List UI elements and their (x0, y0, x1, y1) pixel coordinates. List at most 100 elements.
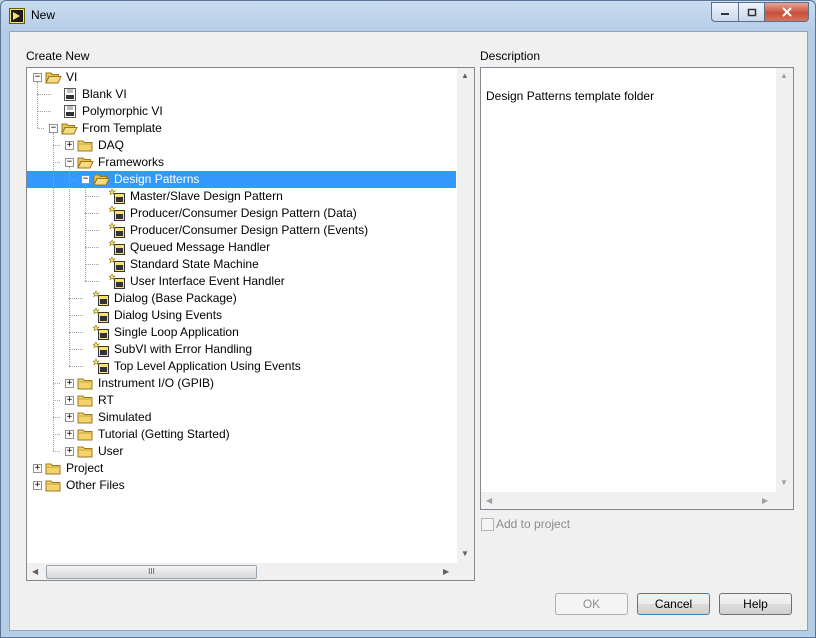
template-icon (92, 307, 110, 324)
create-new-label: Create New (26, 49, 90, 63)
tree-item[interactable]: − From Template (27, 120, 456, 137)
template-icon (108, 205, 126, 222)
tree-connector (53, 145, 60, 146)
scroll-down-icon[interactable]: ▼ (461, 549, 469, 558)
description-vertical-scrollbar[interactable]: ▲ ▼ (776, 68, 793, 492)
maximize-button[interactable] (739, 2, 765, 22)
template-icon (92, 358, 110, 375)
scroll-up-icon[interactable]: ▲ (780, 71, 788, 80)
tree-connector (37, 82, 38, 128)
collapse-icon[interactable]: − (81, 175, 90, 184)
add-to-project-checkbox[interactable] (481, 518, 494, 531)
folder-open-icon (45, 69, 62, 86)
expand-icon[interactable]: + (65, 141, 74, 150)
tree-item[interactable]: + Simulated (27, 409, 456, 426)
create-new-tree[interactable]: − VI Blank VI Polymorphic VI − From Template +… (26, 67, 475, 581)
tree-item[interactable]: + User (27, 443, 456, 460)
expand-icon[interactable]: + (65, 430, 74, 439)
scroll-left-icon[interactable]: ◀ (32, 567, 38, 576)
template-icon (108, 188, 126, 205)
scroll-up-icon[interactable]: ▲ (461, 71, 469, 80)
expand-icon[interactable]: + (33, 464, 42, 473)
tree-item-label: RT (98, 393, 114, 407)
tree-item[interactable]: − Frameworks (27, 154, 456, 171)
scrollbar-corner (457, 563, 474, 580)
tree-item-label: Dialog (Base Package) (114, 291, 237, 305)
scroll-right-icon[interactable]: ▶ (762, 496, 768, 505)
template-icon (108, 273, 126, 290)
minimize-button[interactable] (711, 2, 739, 22)
collapse-icon[interactable]: − (65, 158, 74, 167)
tree-item[interactable]: + Tutorial (Getting Started) (27, 426, 456, 443)
tree-item[interactable]: + DAQ (27, 137, 456, 154)
ok-button[interactable]: OK (555, 593, 628, 615)
window-title: New (31, 8, 56, 22)
template-icon (108, 239, 126, 256)
scroll-down-icon[interactable]: ▼ (780, 478, 788, 487)
tree-item[interactable]: + Other Files (27, 477, 456, 494)
folder-open-icon (77, 154, 94, 171)
tree-horizontal-scrollbar[interactable]: ◀ III ▶ (27, 563, 457, 580)
tree-connector (53, 434, 60, 435)
folder-open-icon (93, 171, 110, 188)
tree-connector (69, 332, 83, 333)
tree-item-label: Instrument I/O (GPIB) (98, 376, 215, 390)
scroll-right-icon[interactable]: ▶ (443, 567, 449, 576)
labview-app-icon (9, 8, 25, 24)
help-button[interactable]: Help (719, 593, 792, 615)
selection-highlight (27, 171, 456, 188)
tree-item[interactable]: + RT (27, 392, 456, 409)
tree-connector (53, 451, 60, 452)
tree-item-label: Design Patterns (114, 172, 200, 186)
tree-connector (37, 128, 44, 129)
tree-item[interactable]: Dialog (Base Package) (27, 290, 456, 307)
tree-item-label: Producer/Consumer Design Pattern (Events… (130, 223, 369, 237)
tree-connector (37, 111, 51, 112)
folder-icon (77, 409, 94, 426)
tree-item-label: Project (66, 461, 104, 475)
tree-item-label: User (98, 444, 124, 458)
tree-item-label: Master/Slave Design Pattern (130, 189, 283, 203)
cancel-button[interactable]: Cancel (637, 593, 710, 615)
title-bar[interactable]: New (1, 1, 815, 31)
folder-icon (77, 137, 94, 154)
expand-icon[interactable]: + (33, 481, 42, 490)
tree-item[interactable]: Blank VI (27, 86, 456, 103)
tree-connector (85, 213, 99, 214)
tree-item[interactable]: − VI (27, 69, 456, 86)
tree-item-label: Tutorial (Getting Started) (98, 427, 230, 441)
tree-vertical-scrollbar[interactable]: ▲ ▼ (457, 68, 474, 563)
dialog-client-area: Create New − VI Blank VI Polymorphic VI − Fro… (9, 31, 808, 631)
template-icon (108, 222, 126, 239)
tree-connector (53, 400, 60, 401)
maximize-icon (747, 8, 756, 16)
description-horizontal-scrollbar[interactable]: ◀ ▶ (481, 492, 776, 509)
folder-icon (77, 443, 94, 460)
folder-icon (77, 426, 94, 443)
tree-item[interactable]: − Design Patterns (27, 171, 456, 188)
tree-item[interactable]: Polymorphic VI (27, 103, 456, 120)
scroll-left-icon[interactable]: ◀ (486, 496, 492, 505)
collapse-icon[interactable]: − (33, 73, 42, 82)
expand-icon[interactable]: + (65, 396, 74, 405)
template-icon (92, 290, 110, 307)
tree-connector (85, 184, 86, 281)
tree-item[interactable]: Top Level Application Using Events (27, 358, 456, 375)
tree-connector (37, 94, 51, 95)
tree-connector (85, 230, 99, 231)
tree-item[interactable]: Single Loop Application (27, 324, 456, 341)
close-button[interactable] (765, 2, 809, 22)
close-icon (781, 7, 792, 17)
tree-item[interactable]: Dialog Using Events (27, 307, 456, 324)
tree-item-label: SubVI with Error Handling (114, 342, 253, 356)
tree-item[interactable]: + Instrument I/O (GPIB) (27, 375, 456, 392)
expand-icon[interactable]: + (65, 447, 74, 456)
tree-item[interactable]: SubVI with Error Handling (27, 341, 456, 358)
horizontal-scroll-thumb[interactable]: III (46, 565, 257, 579)
tree-item-label: Other Files (66, 478, 125, 492)
expand-icon[interactable]: + (65, 379, 74, 388)
tree-item[interactable]: + Project (27, 460, 456, 477)
tree-connector (53, 133, 54, 451)
collapse-icon[interactable]: − (49, 124, 58, 133)
expand-icon[interactable]: + (65, 413, 74, 422)
